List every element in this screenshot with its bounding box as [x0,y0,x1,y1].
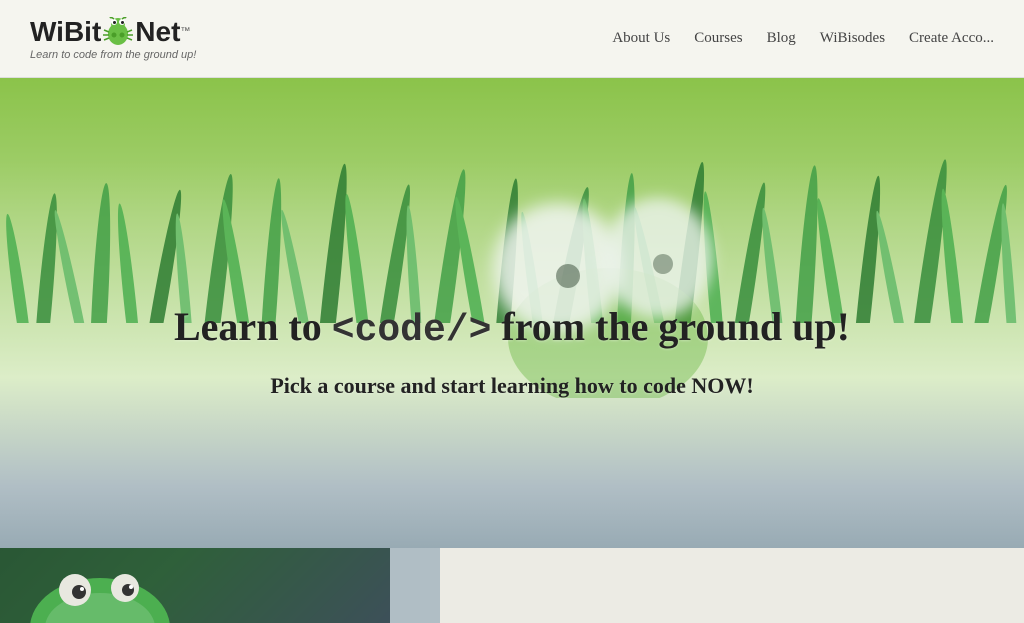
bottom-strip [0,548,1024,623]
nav-create-account[interactable]: Create Acco... [909,30,994,47]
nav-courses[interactable]: Courses [694,30,742,47]
site-header: WiBit [0,0,1024,78]
logo-tagline: Learn to code from the ground up! [30,49,196,61]
logo-part1: WiBit [30,18,101,46]
headline-after: from the ground up! [491,304,850,349]
hero-text-block: Learn to <code/> from the ground up! Pic… [134,282,890,419]
bottom-center-gap [390,548,440,623]
bottom-left-panel [0,548,390,623]
headline-before: Learn to [174,304,332,349]
hero-subheadline: Pick a course and start learning how to … [174,373,850,399]
logo-title: WiBit [30,17,196,47]
logo-tm: ™ [180,27,190,37]
nav-wibisodes[interactable]: WiBisodes [820,30,885,47]
logo-part2: Net [135,18,180,46]
hero-headline: Learn to <code/> from the ground up! [174,302,850,355]
nav-blog[interactable]: Blog [767,30,796,47]
logo-bug-icon [101,17,135,47]
nav-about-us[interactable]: About Us [612,30,670,47]
bottom-right-panel [440,548,1024,623]
main-nav: About Us Courses Blog WiBisodes Create A… [612,30,994,47]
headline-code: <code/> [332,309,492,352]
logo-area: WiBit [30,17,196,61]
hero-section: Learn to <code/> from the ground up! Pic… [0,78,1024,623]
